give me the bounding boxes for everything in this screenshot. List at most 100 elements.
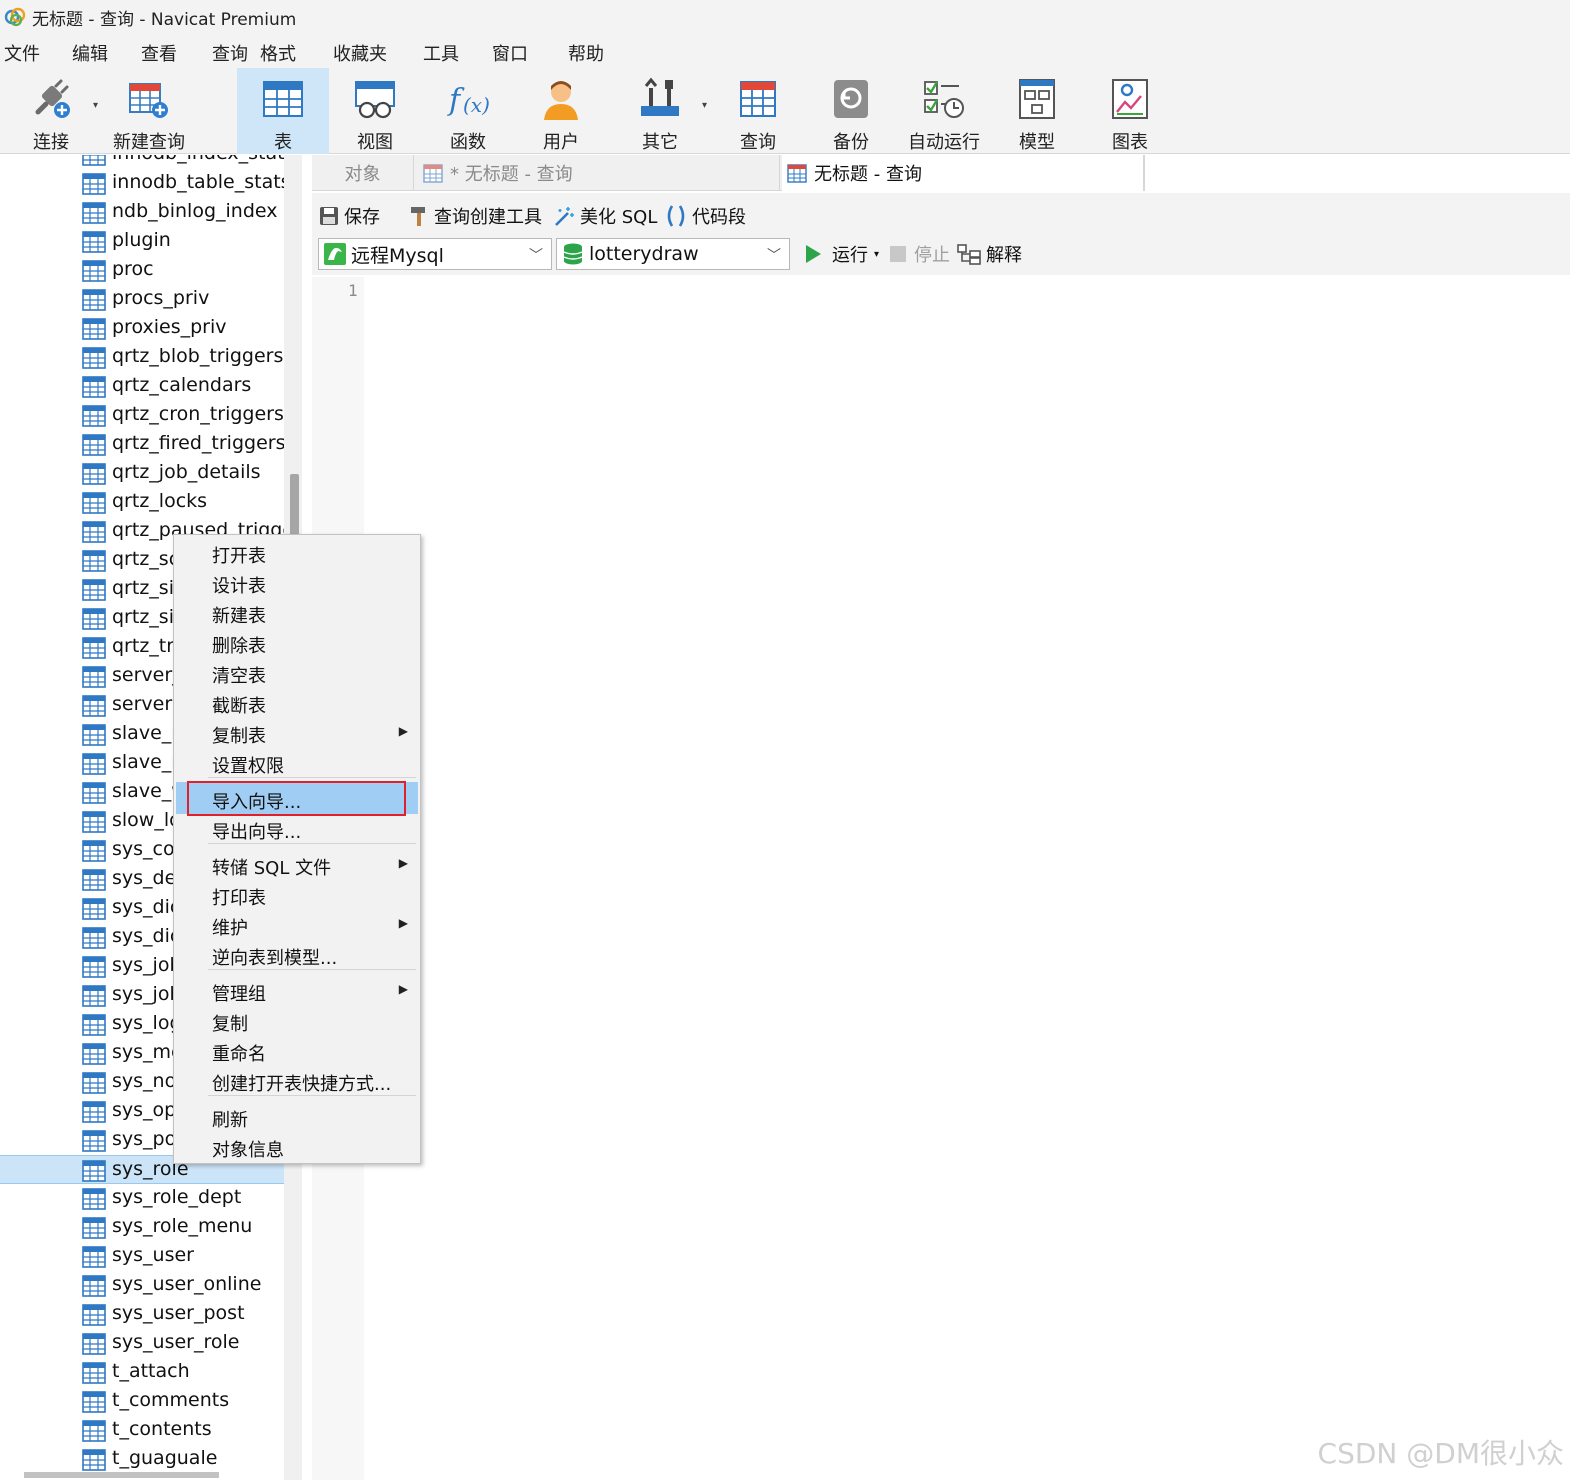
tree-item-table[interactable]: innodb_index_stats: [0, 155, 284, 169]
tree-item-table[interactable]: qrtz_job_details: [0, 459, 284, 488]
tree-item-table[interactable]: t_comments: [0, 1387, 284, 1416]
run-dropdown-icon[interactable]: ▾: [874, 249, 879, 260]
menu-item-copy[interactable]: 复制: [174, 1006, 420, 1036]
tree-item-table[interactable]: sys_user_role: [0, 1329, 284, 1358]
menu-window[interactable]: 窗口: [492, 40, 528, 66]
tree-item-table[interactable]: t_attach: [0, 1358, 284, 1387]
tab-query-active[interactable]: 无标题 - 查询: [782, 155, 1144, 191]
table-icon: [82, 1101, 106, 1123]
tree-item-table[interactable]: qrtz_blob_triggers: [0, 343, 284, 372]
stop-button[interactable]: 停止: [888, 241, 950, 267]
menu-item-label: 重命名: [212, 1044, 266, 1065]
menu-item-maintain[interactable]: 维护 ▶: [174, 910, 420, 940]
title-bar: 无标题 - 查询 - Navicat Premium: [0, 0, 1570, 34]
tree-item-table[interactable]: qrtz_cron_triggers: [0, 401, 284, 430]
tree-item-table[interactable]: t_guaguale: [0, 1445, 284, 1474]
tree-item-table[interactable]: sys_user_online: [0, 1271, 284, 1300]
tree-item-table[interactable]: plugin: [0, 227, 284, 256]
tab-query-unsaved[interactable]: * 无标题 - 查询: [416, 155, 780, 191]
table-icon: [82, 898, 106, 920]
menu-tools[interactable]: 工具: [423, 40, 459, 66]
tree-item-table[interactable]: qrtz_locks: [0, 488, 284, 517]
tree-item-table[interactable]: proc: [0, 256, 284, 285]
view-button[interactable]: 视图: [330, 68, 420, 154]
tree-item-table[interactable]: qrtz_calendars: [0, 372, 284, 401]
tree-item-table[interactable]: sys_user_post: [0, 1300, 284, 1329]
menu-item-manage-group[interactable]: 管理组 ▶: [174, 976, 420, 1006]
menu-item-reverse-to-model[interactable]: 逆向表到模型...: [174, 940, 420, 970]
tree-item-table[interactable]: sys_user: [0, 1242, 284, 1271]
menu-item-new-table[interactable]: 新建表: [174, 598, 420, 628]
menu-item-design-table[interactable]: 设计表: [174, 568, 420, 598]
query-tab-icon: [423, 164, 443, 183]
menu-item-rename[interactable]: 重命名: [174, 1036, 420, 1066]
tree-horizontal-scrollbar[interactable]: [24, 1472, 219, 1478]
other-dropdown-icon[interactable]: ▾: [702, 100, 707, 111]
backup-label: 备份: [833, 132, 869, 153]
query-button[interactable]: 查询: [712, 68, 804, 154]
backup-button[interactable]: 备份: [806, 68, 896, 154]
menu-item-object-info[interactable]: 对象信息: [174, 1132, 420, 1162]
menu-item-open-table[interactable]: 打开表: [174, 538, 420, 568]
sql-editor[interactable]: [312, 277, 1570, 1480]
menu-item-set-permissions[interactable]: 设置权限: [174, 748, 420, 778]
user-button[interactable]: 用户: [516, 68, 606, 154]
run-button[interactable]: 运行 ▾: [802, 241, 879, 267]
tree-item-table[interactable]: sys_role_dept: [0, 1184, 284, 1213]
connect-button[interactable]: 连接: [4, 68, 98, 154]
beautify-sql-button[interactable]: 美化 SQL: [552, 203, 657, 229]
menu-item-label: 转储 SQL 文件: [212, 858, 332, 879]
explain-button[interactable]: 解释: [956, 241, 1022, 267]
tree-item-table[interactable]: procs_priv: [0, 285, 284, 314]
connect-dropdown-icon[interactable]: ▾: [93, 100, 98, 111]
menu-item-refresh[interactable]: 刷新: [174, 1102, 420, 1132]
menu-query[interactable]: 查询: [212, 40, 248, 66]
auto-run-label: 自动运行: [908, 132, 980, 153]
other-button[interactable]: 其它: [615, 68, 705, 154]
menu-edit[interactable]: 编辑: [72, 40, 108, 66]
database-select[interactable]: lotterydraw ﹀: [556, 238, 790, 270]
menu-item-create-open-table-shortcut[interactable]: 创建打开表快捷方式...: [174, 1066, 420, 1096]
menu-favorites[interactable]: 收藏夹: [333, 40, 387, 66]
tree-item-table[interactable]: proxies_priv: [0, 314, 284, 343]
query-builder-label: 查询创建工具: [434, 207, 542, 228]
tree-item-table[interactable]: innodb_table_stats: [0, 169, 284, 198]
table-icon: [82, 579, 106, 601]
tree-item-table[interactable]: sys_role_menu: [0, 1213, 284, 1242]
save-button[interactable]: 保存: [318, 203, 380, 229]
function-button[interactable]: f (x) 函数: [423, 68, 513, 154]
menu-format[interactable]: 格式: [260, 40, 296, 66]
tree-item-label: ndb_binlog_index: [112, 200, 278, 222]
table-icon: [82, 521, 106, 543]
tree-item-table[interactable]: ndb_binlog_index: [0, 198, 284, 227]
tree-item-table[interactable]: t_contents: [0, 1416, 284, 1445]
tree-item-table[interactable]: qrtz_fired_triggers: [0, 430, 284, 459]
menu-help[interactable]: 帮助: [568, 40, 604, 66]
menu-item-copy-table[interactable]: 复制表 ▶: [174, 718, 420, 748]
tree-item-label: qrtz_sc: [112, 548, 180, 570]
menu-item-empty-table[interactable]: 清空表: [174, 658, 420, 688]
menu-file[interactable]: 文件: [4, 40, 40, 66]
model-button[interactable]: 模型: [992, 68, 1082, 154]
new-query-button[interactable]: 新建查询: [106, 68, 192, 154]
stop-icon: [890, 246, 906, 262]
explain-icon: [957, 244, 981, 265]
menu-item-delete-table[interactable]: 删除表: [174, 628, 420, 658]
table-icon: [82, 1217, 106, 1239]
connection-select[interactable]: 远程Mysql ﹀: [318, 238, 552, 270]
menu-item-export-wizard[interactable]: 导出向导...: [174, 814, 420, 844]
table-button[interactable]: 表: [237, 68, 329, 154]
query-builder-button[interactable]: 查询创建工具: [408, 203, 542, 229]
menu-view[interactable]: 查看: [141, 40, 177, 66]
menu-item-print-table[interactable]: 打印表: [174, 880, 420, 910]
save-label: 保存: [344, 207, 380, 228]
code-snippet-button[interactable]: 代码段: [664, 203, 746, 229]
tree-item-label: slow_lo: [112, 809, 181, 831]
menu-item-dump-sql-file[interactable]: 转储 SQL 文件 ▶: [174, 850, 420, 880]
auto-run-button[interactable]: 自动运行: [898, 68, 990, 154]
menu-item-truncate-table[interactable]: 截断表: [174, 688, 420, 718]
chart-button[interactable]: 图表: [1085, 68, 1175, 154]
submenu-arrow-icon: ▶: [398, 982, 408, 996]
table-icon: [82, 637, 106, 659]
tab-objects[interactable]: 对象: [312, 155, 414, 191]
